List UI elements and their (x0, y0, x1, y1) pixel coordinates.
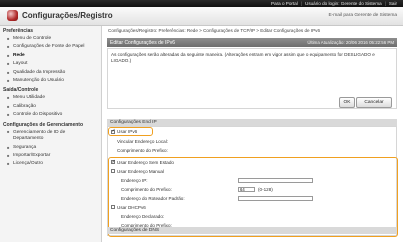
section-header-ip: Configurações End IP (107, 119, 397, 126)
sidebar-group-output: Saída/Controle (3, 87, 39, 94)
sidebar-item-label: Gerenciamento de ID de Departamento (13, 129, 66, 141)
main-content: Configurações/Registro: Preferências: Re… (101, 26, 403, 242)
manual-checkbox[interactable] (111, 169, 115, 173)
prefix-length-input[interactable]: 64 (238, 187, 255, 192)
bullet-icon: ■ (7, 61, 10, 67)
sidebar-item-print-quality[interactable]: ■ Qualidade da Impressão (0, 69, 101, 77)
settings-app-icon (7, 10, 18, 21)
sidebar-item-layout[interactable]: ■ Layout (0, 60, 101, 68)
use-ipv6-label: Usar IPv6 (117, 129, 138, 134)
email-admin-link[interactable]: E-mail para Gerente de Sistema (328, 13, 397, 18)
sidebar-item-label: Segurança (13, 144, 37, 150)
cancel-button[interactable]: Cancelar (356, 97, 392, 108)
sidebar-item-label: Rede (13, 52, 25, 58)
sidebar-item-label: Calibração (13, 103, 36, 109)
ok-button[interactable]: OK (339, 97, 355, 108)
section-title: Configurações End IP (110, 120, 157, 125)
sidebar-item-label: Menu de Controle (13, 36, 52, 41)
bullet-icon: ■ (7, 144, 10, 150)
sidebar-item-network[interactable]: ■ Rede (0, 52, 101, 60)
portal-link[interactable]: Para o Portal (271, 1, 298, 6)
ip-settings-section: Usar IPv6 Vincular Endereço Local: Compr… (107, 126, 398, 237)
sidebar-item-label: Menu Utilidade (13, 95, 45, 101)
sidebar-group-management: Configurações de Gerenciamento (3, 121, 84, 128)
stateless-checkbox[interactable] (111, 159, 116, 165)
use-ipv6-checkbox[interactable] (111, 128, 116, 134)
sidebar: Preferências ■ Menu de Controle ■ Configur… (0, 26, 102, 242)
bullet-icon: ■ (7, 128, 10, 134)
last-update: Última Atualização: 20/06 2016 05:22:56 … (307, 40, 394, 45)
sidebar-item-control-menu[interactable]: ■ Menu de Controle (0, 35, 101, 43)
page-title: Configurações/Registro (22, 11, 113, 20)
user-info: Usuário do login: Gerente do Sistema (305, 1, 382, 6)
sidebar-item-label: Controle do Dispositivo (13, 112, 63, 118)
notice-box: As configurações serão alteradas da segu… (107, 48, 397, 109)
panel-title-bar: Editar Configurações de IPv6 Última Atua… (107, 38, 397, 47)
bullet-icon: ■ (7, 44, 10, 50)
sidebar-item-calibration[interactable]: ■ Calibração (0, 103, 101, 111)
prefix-range: (0-128) (258, 187, 273, 192)
sidebar-item-paper-source[interactable]: ■ Configurações de Fonte de Papel (0, 43, 101, 51)
sidebar-item-label: Licença/Outro (13, 161, 43, 167)
bullet-icon: ■ (7, 77, 10, 83)
sidebar-item-label: Manutenção do Usuário (13, 77, 64, 83)
dhcpv6-label: Usar DHCPv6 (117, 204, 146, 210)
bullet-icon: ■ (7, 52, 10, 58)
sidebar-item-label: Importar/Exportar (13, 152, 51, 158)
sidebar-item-label: Qualidade da Impressão (13, 69, 66, 75)
bullet-icon: ■ (7, 95, 10, 101)
sidebar-item-security[interactable]: ■ Segurança (0, 144, 101, 152)
sidebar-item-import-export[interactable]: ■ Importar/Exportar (0, 152, 101, 160)
prefix-length-label: Comprimento do Prefixo: (117, 148, 168, 153)
gateway-input[interactable] (238, 196, 313, 201)
section-header-dns: Configurações de DNS (107, 227, 397, 234)
top-links: Para o Portal | Usuário do login: Gerente … (271, 1, 397, 6)
notice-text: As configurações serão alteradas da segu… (111, 52, 375, 63)
sidebar-group-preferences: Preferências (3, 28, 34, 34)
sidebar-item-department-id[interactable]: ■ Gerenciamento de ID de Departamento (0, 129, 101, 144)
declared-address-label: Endereço Declarado: (121, 214, 165, 219)
prefix-length-manual-label: Comprimento do Prefixo: (121, 187, 172, 192)
sidebar-item-label: Layout (13, 61, 28, 67)
manual-label: Usar Endereço Manual (117, 168, 164, 174)
bullet-icon: ■ (7, 36, 10, 41)
title-bar: Configurações/Registro E-mail para Geren… (0, 7, 403, 26)
gateway-label: Endereço do Roteador Padrão: (121, 196, 185, 201)
sidebar-item-user-maintenance[interactable]: ■ Manutenção do Usuário (0, 77, 101, 85)
dns-section-title: Configurações de DNS (110, 228, 160, 233)
bullet-icon: ■ (7, 69, 10, 75)
sidebar-item-label: Configurações de Fonte de Papel (13, 44, 85, 50)
top-bar: Para o Portal | Usuário do login: Gerente … (0, 0, 403, 7)
sidebar-item-license[interactable]: ■ Licença/Outro (0, 160, 101, 168)
link-local-label: Vincular Endereço Local: (117, 139, 168, 144)
stateless-label: Usar Endereço Sem Estado (117, 159, 174, 165)
logout-link[interactable]: Sair (389, 1, 397, 6)
breadcrumb: Configurações/Registro: Preferências: Re… (108, 28, 321, 33)
bullet-icon: ■ (7, 112, 10, 118)
panel-title: Editar Configurações de IPv6 (110, 40, 176, 46)
ip-address-label: Endereço IP: (121, 178, 148, 183)
dhcpv6-checkbox[interactable] (111, 205, 115, 209)
bullet-icon: ■ (7, 161, 10, 167)
sidebar-item-device-control[interactable]: ■ Controle do Dispositivo (0, 111, 101, 119)
sidebar-item-utility-menu[interactable]: ■ Menu Utilidade (0, 94, 101, 102)
ip-address-input[interactable] (238, 178, 313, 183)
bullet-icon: ■ (7, 103, 10, 109)
bullet-icon: ■ (7, 152, 10, 158)
